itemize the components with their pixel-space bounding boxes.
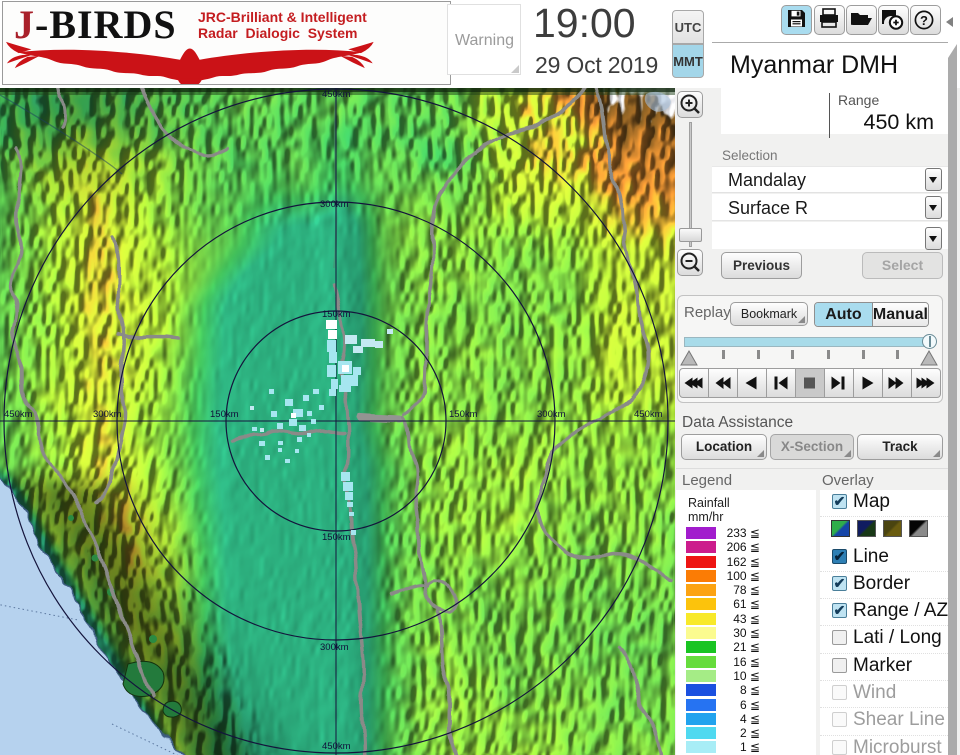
svg-text:150km: 150km <box>322 532 351 543</box>
svg-text:150km: 150km <box>449 409 478 420</box>
svg-text:?: ? <box>920 13 928 28</box>
svg-text:450km: 450km <box>322 741 351 752</box>
svg-text:300km: 300km <box>320 199 349 210</box>
svg-text:300km: 300km <box>320 642 349 653</box>
svg-text:450km: 450km <box>322 89 351 100</box>
svg-text:150km: 150km <box>210 409 239 420</box>
svg-text:450km: 450km <box>4 409 33 420</box>
svg-text:450km: 450km <box>634 409 663 420</box>
svg-text:300km: 300km <box>537 409 566 420</box>
svg-text:300km: 300km <box>93 409 122 420</box>
svg-text:150km: 150km <box>322 309 351 320</box>
